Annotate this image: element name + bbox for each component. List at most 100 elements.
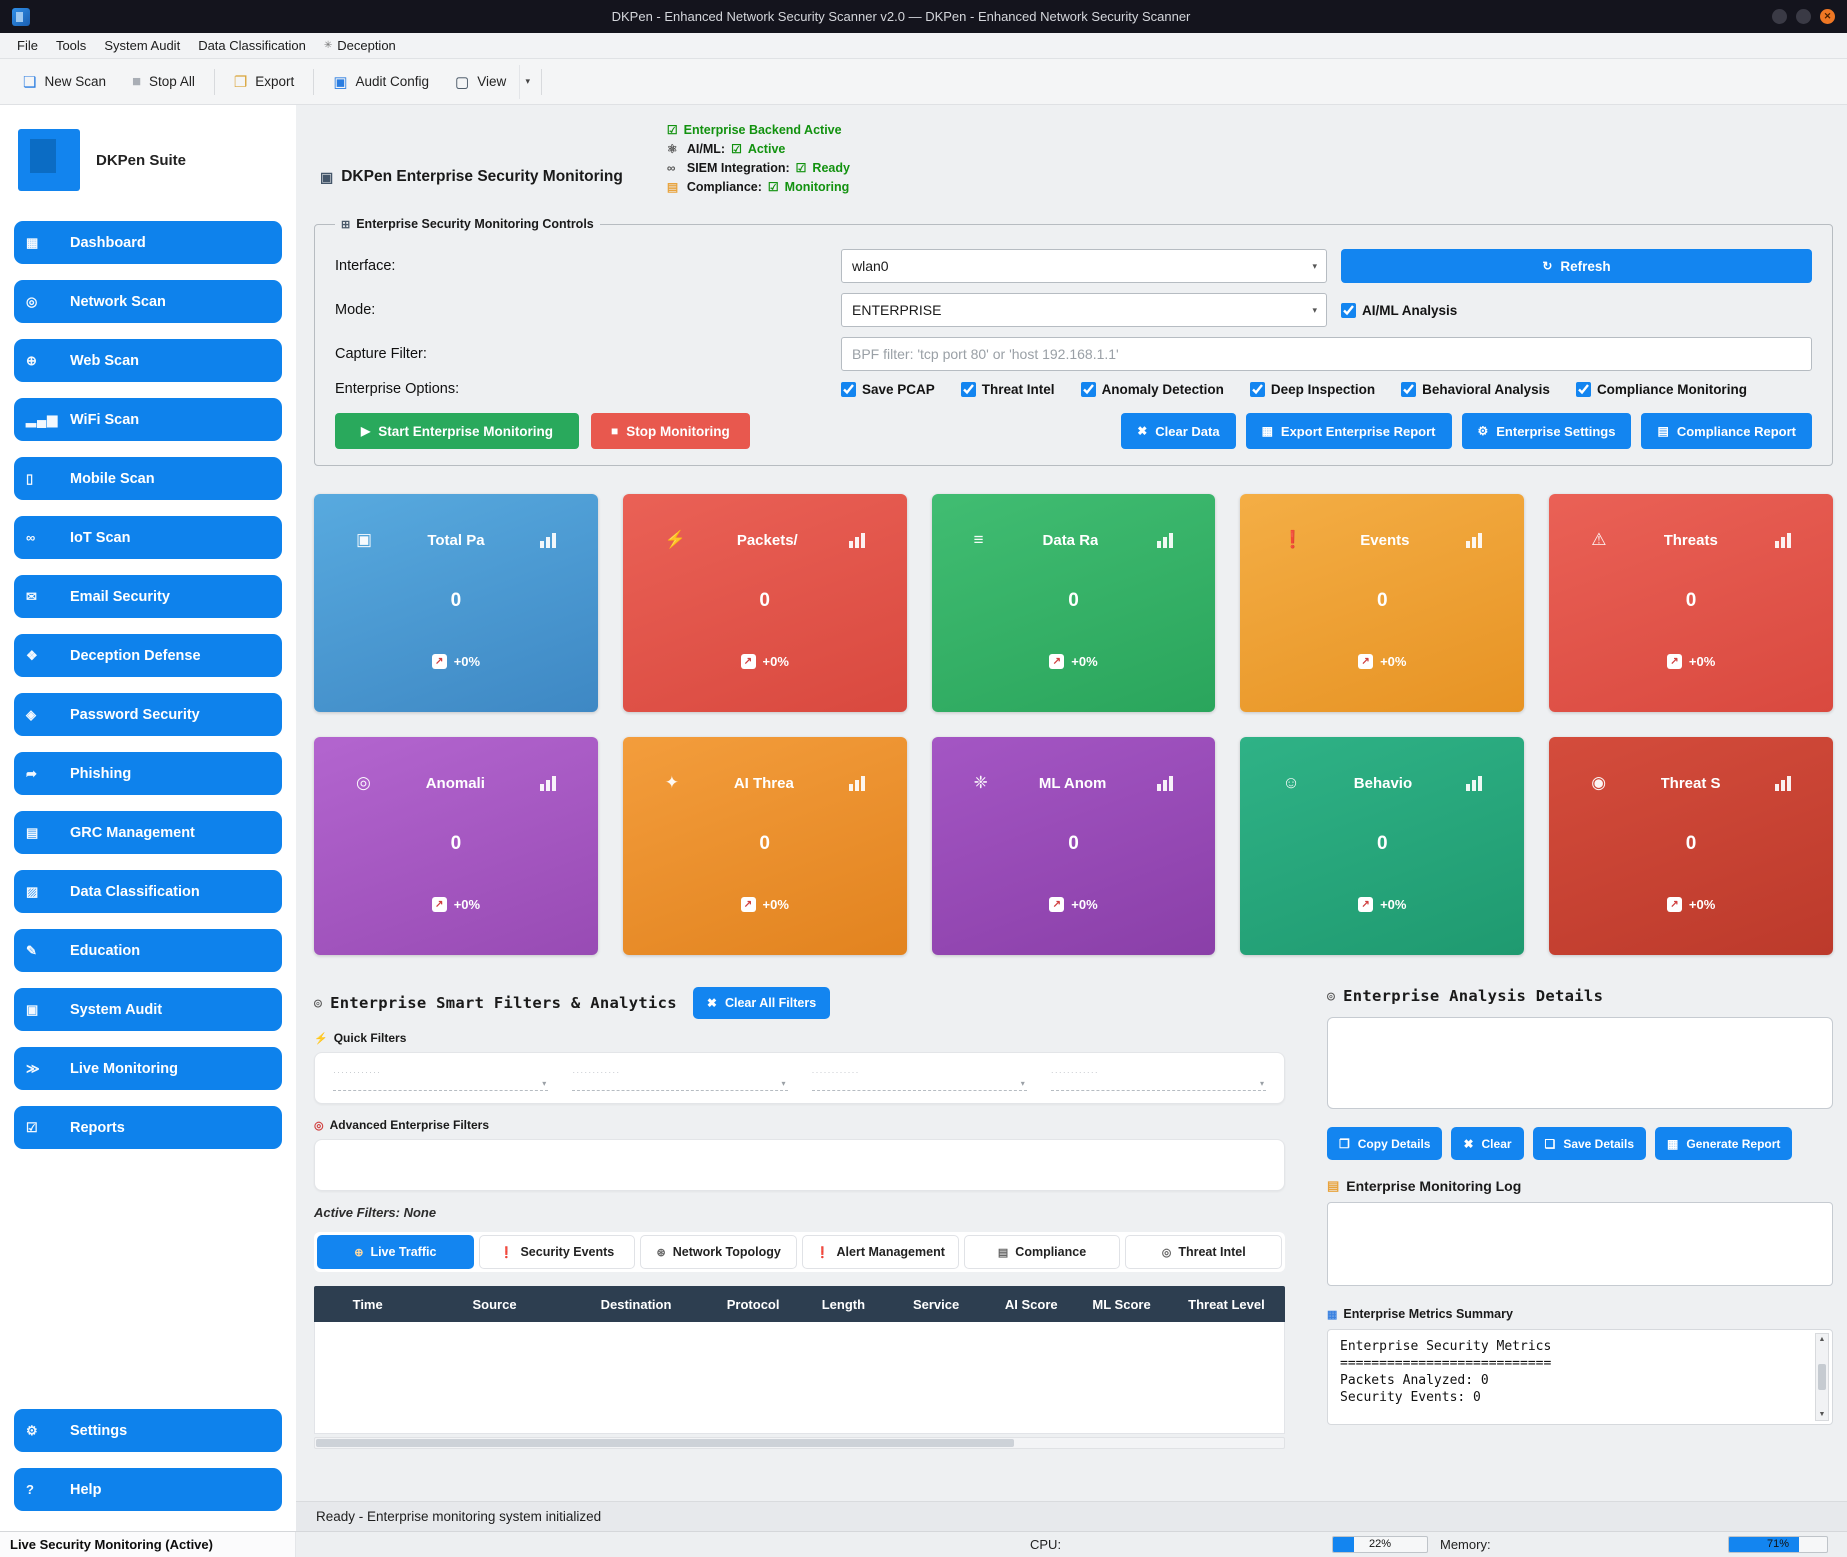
tab-alert-management[interactable]: ❗Alert Management <box>802 1235 959 1269</box>
sidebar-item-data-classification[interactable]: ▨Data Classification <box>14 870 282 913</box>
refresh-button[interactable]: ↻Refresh <box>1341 249 1812 283</box>
sidebar-item-reports[interactable]: ☑Reports <box>14 1106 282 1149</box>
stop-monitoring-button[interactable]: ■Stop Monitoring <box>591 413 750 449</box>
horizontal-scrollbar[interactable] <box>314 1437 1285 1449</box>
analysis-details-textarea[interactable] <box>1327 1017 1833 1109</box>
sidebar-item-web-scan[interactable]: ⊕Web Scan <box>14 339 282 382</box>
anomaly-detection-input[interactable] <box>1081 382 1096 397</box>
monitoring-log-textarea[interactable] <box>1327 1202 1833 1286</box>
export-report-button[interactable]: ▦Export Enterprise Report <box>1246 413 1452 449</box>
tab-security-events[interactable]: ❗Security Events <box>479 1235 636 1269</box>
sidebar-item-system-audit[interactable]: ▣System Audit <box>14 988 282 1031</box>
quick-filter-dropdown[interactable] <box>333 1065 548 1091</box>
advanced-filters-box[interactable] <box>314 1139 1285 1191</box>
export-button[interactable]: ❐Export <box>221 65 307 99</box>
card-title: Events <box>1360 532 1409 549</box>
view-button[interactable]: ▢View <box>442 65 519 99</box>
sidebar-item-dashboard[interactable]: ▦Dashboard <box>14 221 282 264</box>
scrollbar-thumb[interactable] <box>1818 1364 1826 1390</box>
stat-card-ai-threats: ✦AI Threa0↗+0% <box>623 737 907 955</box>
sidebar-item-education[interactable]: ✎Education <box>14 929 282 972</box>
quick-filter-dropdown[interactable] <box>572 1065 787 1091</box>
aiml-analysis-input[interactable] <box>1341 303 1356 318</box>
scroll-down-arrow[interactable]: ▼ <box>1819 1411 1826 1418</box>
status-aiml: ⚛AI/ML:☑Active <box>667 142 850 156</box>
sidebar-item-phishing[interactable]: ➦Phishing <box>14 752 282 795</box>
sidebar-item-email-security[interactable]: ✉Email Security <box>14 575 282 618</box>
tab-live-traffic[interactable]: ⊕Live Traffic <box>317 1235 474 1269</box>
sidebar-item-live-monitoring[interactable]: ≫Live Monitoring <box>14 1047 282 1090</box>
live-monitoring-status: Live Security Monitoring (Active) <box>10 1537 213 1552</box>
quick-filter-dropdown[interactable] <box>812 1065 1027 1091</box>
save-details-button[interactable]: ❏Save Details <box>1533 1127 1646 1160</box>
audit-config-button[interactable]: ▣Audit Config <box>320 65 442 99</box>
table-body-empty[interactable] <box>314 1322 1285 1434</box>
mode-select[interactable]: ENTERPRISE▾ <box>841 293 1327 327</box>
generate-report-button[interactable]: ▦Generate Report <box>1655 1127 1792 1160</box>
quick-filter-dropdown[interactable] <box>1051 1065 1266 1091</box>
disk-icon: ≡ <box>974 530 984 550</box>
aiml-analysis-checkbox[interactable]: AI/ML Analysis <box>1341 303 1812 318</box>
menu-data-classification[interactable]: Data Classification <box>189 33 315 59</box>
compliance-report-button[interactable]: ▤Compliance Report <box>1641 413 1812 449</box>
scroll-up-arrow[interactable]: ▲ <box>1819 1336 1826 1343</box>
close-button[interactable]: ✕ <box>1820 9 1835 24</box>
interface-select[interactable]: wlan0▾ <box>841 249 1327 283</box>
sidebar-item-deception-defense[interactable]: ❖Deception Defense <box>14 634 282 677</box>
sidebar-item-settings[interactable]: ⚙Settings <box>14 1409 282 1452</box>
copy-details-button[interactable]: ❐Copy Details <box>1327 1127 1442 1160</box>
sidebar-item-help[interactable]: ?Help <box>14 1468 282 1511</box>
monitor-icon: ▣ <box>320 169 333 186</box>
stat-card-threats: ⚠Threats0↗+0% <box>1549 494 1833 712</box>
sidebar-item-grc-management[interactable]: ▤GRC Management <box>14 811 282 854</box>
sidebar-item-iot-scan[interactable]: ∞IoT Scan <box>14 516 282 559</box>
menu-tools[interactable]: Tools <box>47 33 95 59</box>
toolbar: ❏New Scan ■Stop All ❐Export ▣Audit Confi… <box>0 59 1847 105</box>
cpu-progress-bar: 22% <box>1332 1536 1428 1553</box>
clear-all-filters-button[interactable]: ✖Clear All Filters <box>693 987 830 1019</box>
minimize-button[interactable] <box>1772 9 1787 24</box>
grid-icon: ⊞ <box>341 218 350 231</box>
sidebar-item-mobile-scan[interactable]: ▯Mobile Scan <box>14 457 282 500</box>
quick-filters-box <box>314 1052 1285 1104</box>
sidebar-item-password-security[interactable]: ◈Password Security <box>14 693 282 736</box>
stop-all-button[interactable]: ■Stop All <box>119 65 208 99</box>
behavioral-analysis-checkbox[interactable]: Behavioral Analysis <box>1401 382 1550 397</box>
menu-deception[interactable]: ✳Deception <box>315 33 405 59</box>
threat-intel-input[interactable] <box>961 382 976 397</box>
view-dropdown-caret[interactable]: ▾ <box>519 65 535 99</box>
start-monitoring-button[interactable]: ▶Start Enterprise Monitoring <box>335 413 579 449</box>
tab-network-topology[interactable]: ⊛Network Topology <box>640 1235 797 1269</box>
report-check-icon: ☑ <box>26 1120 60 1136</box>
tab-compliance[interactable]: ▤Compliance <box>964 1235 1121 1269</box>
menu-system-audit[interactable]: System Audit <box>95 33 189 59</box>
threat-intel-checkbox[interactable]: Threat Intel <box>961 382 1055 397</box>
sidebar-item-wifi-scan[interactable]: ▂▄▆WiFi Scan <box>14 398 282 441</box>
new-scan-button[interactable]: ❏New Scan <box>10 65 119 99</box>
maximize-button[interactable] <box>1796 9 1811 24</box>
capture-filter-input[interactable] <box>841 337 1812 371</box>
tab-threat-intel[interactable]: ◎Threat Intel <box>1125 1235 1282 1269</box>
card-title: AI Threa <box>734 775 794 792</box>
enterprise-settings-button[interactable]: ⚙Enterprise Settings <box>1462 413 1632 449</box>
clear-data-button[interactable]: ✖Clear Data <box>1121 413 1235 449</box>
deep-inspection-checkbox[interactable]: Deep Inspection <box>1250 382 1375 397</box>
behavioral-analysis-input[interactable] <box>1401 382 1416 397</box>
compliance-monitoring-input[interactable] <box>1576 382 1591 397</box>
sidebar-item-network-scan[interactable]: ◎Network Scan <box>14 280 282 323</box>
compliance-monitoring-checkbox[interactable]: Compliance Monitoring <box>1576 382 1747 397</box>
card-title: Packets/ <box>737 532 798 549</box>
deep-inspection-input[interactable] <box>1250 382 1265 397</box>
card-title: Threat S <box>1661 775 1721 792</box>
mobile-icon: ▯ <box>26 471 60 487</box>
save-pcap-input[interactable] <box>841 382 856 397</box>
scrollbar-thumb[interactable] <box>316 1439 1014 1447</box>
clear-button[interactable]: ✖Clear <box>1451 1127 1523 1160</box>
save-pcap-checkbox[interactable]: Save PCAP <box>841 382 935 397</box>
anomaly-detection-checkbox[interactable]: Anomaly Detection <box>1081 382 1224 397</box>
menu-file[interactable]: File <box>8 33 47 59</box>
analysis-panel: ◎Enterprise Analysis Details ❐Copy Detai… <box>1327 987 1833 1425</box>
cpu-label: CPU: <box>1030 1537 1061 1552</box>
folder-icon: ▨ <box>26 884 60 900</box>
vertical-scrollbar[interactable]: ▲▼ <box>1815 1333 1829 1421</box>
